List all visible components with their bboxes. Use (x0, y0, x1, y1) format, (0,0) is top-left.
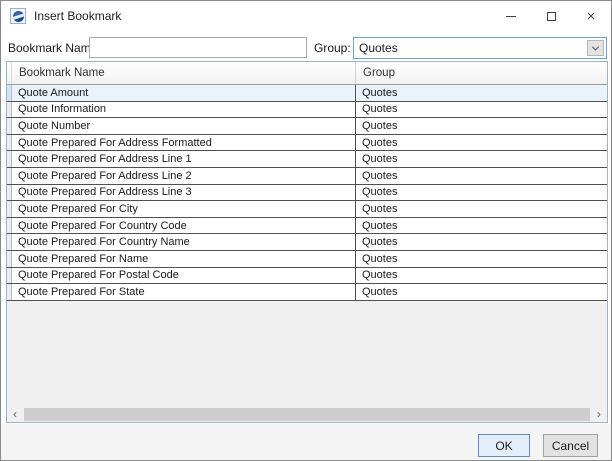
cell-bookmark-name[interactable]: Quote Prepared For City (12, 201, 356, 217)
insert-bookmark-dialog: Insert Bookmark × Bookmark Name: Group: … (0, 0, 612, 461)
table-row[interactable]: Quote Prepared For Postal Code Quotes (7, 268, 607, 285)
close-button[interactable]: × (571, 1, 611, 31)
maximize-button[interactable] (531, 1, 571, 31)
globe-icon (13, 11, 24, 22)
table-row[interactable]: Quote Prepared For Address Line 2 Quotes (7, 168, 607, 185)
close-icon: × (587, 9, 596, 24)
table-row[interactable]: Quote Prepared For Address Line 3 Quotes (7, 185, 607, 202)
table-row[interactable]: Quote Prepared For Address Formatted Quo… (7, 135, 607, 152)
table-row[interactable]: Quote Prepared For Name Quotes (7, 251, 607, 268)
bookmark-grid: Bookmark Name Group Quote Amount Quotes … (6, 61, 608, 423)
minimize-icon (506, 16, 516, 17)
button-strip: OK Cancel (1, 424, 611, 460)
bookmark-name-input[interactable] (89, 37, 307, 58)
app-icon (10, 8, 26, 24)
cell-bookmark-name[interactable]: Quote Prepared For Address Formatted (12, 135, 356, 151)
cell-group[interactable]: Quotes (356, 85, 607, 101)
ok-button[interactable]: OK (478, 434, 530, 457)
cell-group[interactable]: Quotes (356, 234, 607, 250)
horizontal-scrollbar[interactable]: ‹ › (7, 406, 607, 422)
chevron-down-icon (592, 43, 599, 50)
cell-bookmark-name[interactable]: Quote Prepared For State (12, 284, 356, 300)
cell-group[interactable]: Quotes (356, 218, 607, 234)
cell-group[interactable]: Quotes (356, 201, 607, 217)
cell-bookmark-name[interactable]: Quote Prepared For Name (12, 251, 356, 267)
group-combobox[interactable]: Quotes (353, 37, 607, 59)
table-row[interactable]: Quote Amount Quotes (7, 85, 607, 102)
cell-group[interactable]: Quotes (356, 284, 607, 300)
cell-group[interactable]: Quotes (356, 168, 607, 184)
table-body: Quote Amount Quotes Quote Information Qu… (7, 85, 607, 301)
cell-group[interactable]: Quotes (356, 151, 607, 167)
cell-bookmark-name[interactable]: Quote Prepared For Country Code (12, 218, 356, 234)
column-header-bookmark-name[interactable]: Bookmark Name (12, 62, 356, 84)
cell-bookmark-name[interactable]: Quote Prepared For Address Line 3 (12, 185, 356, 201)
cell-bookmark-name[interactable]: Quote Prepared For Address Line 2 (12, 168, 356, 184)
scrollbar-thumb[interactable] (24, 408, 590, 421)
cell-bookmark-name[interactable]: Quote Amount (12, 85, 356, 101)
column-header-group[interactable]: Group (356, 62, 607, 84)
table-row[interactable]: Quote Prepared For Country Name Quotes (7, 234, 607, 251)
cell-bookmark-name[interactable]: Quote Information (12, 102, 356, 118)
grid-header: Bookmark Name Group (7, 62, 607, 85)
cell-group[interactable]: Quotes (356, 268, 607, 284)
minimize-button[interactable] (491, 1, 531, 31)
window-controls: × (491, 1, 611, 31)
cell-group[interactable]: Quotes (356, 251, 607, 267)
group-label: Group: (314, 41, 351, 55)
scroll-right-icon[interactable]: › (591, 406, 607, 422)
cell-group[interactable]: Quotes (356, 118, 607, 134)
cell-group[interactable]: Quotes (356, 102, 607, 118)
window-title: Insert Bookmark (34, 9, 121, 23)
group-dropdown-button[interactable] (587, 40, 604, 56)
scroll-left-icon[interactable]: ‹ (7, 406, 23, 422)
cell-bookmark-name[interactable]: Quote Number (12, 118, 356, 134)
table-row[interactable]: Quote Number Quotes (7, 118, 607, 135)
cell-bookmark-name[interactable]: Quote Prepared For Country Name (12, 234, 356, 250)
table-row[interactable]: Quote Prepared For State Quotes (7, 284, 607, 301)
title-bar: Insert Bookmark × (1, 1, 611, 31)
cell-bookmark-name[interactable]: Quote Prepared For Postal Code (12, 268, 356, 284)
table-row[interactable]: Quote Prepared For Country Code Quotes (7, 218, 607, 235)
table-row[interactable]: Quote Information Quotes (7, 102, 607, 119)
table-row[interactable]: Quote Prepared For Address Line 1 Quotes (7, 151, 607, 168)
maximize-icon (547, 12, 556, 21)
cell-bookmark-name[interactable]: Quote Prepared For Address Line 1 (12, 151, 356, 167)
table-row[interactable]: Quote Prepared For City Quotes (7, 201, 607, 218)
group-selected-value: Quotes (354, 41, 587, 55)
cancel-button[interactable]: Cancel (543, 434, 598, 457)
cell-group[interactable]: Quotes (356, 135, 607, 151)
bookmark-name-label: Bookmark Name: (8, 41, 101, 55)
cell-group[interactable]: Quotes (356, 185, 607, 201)
